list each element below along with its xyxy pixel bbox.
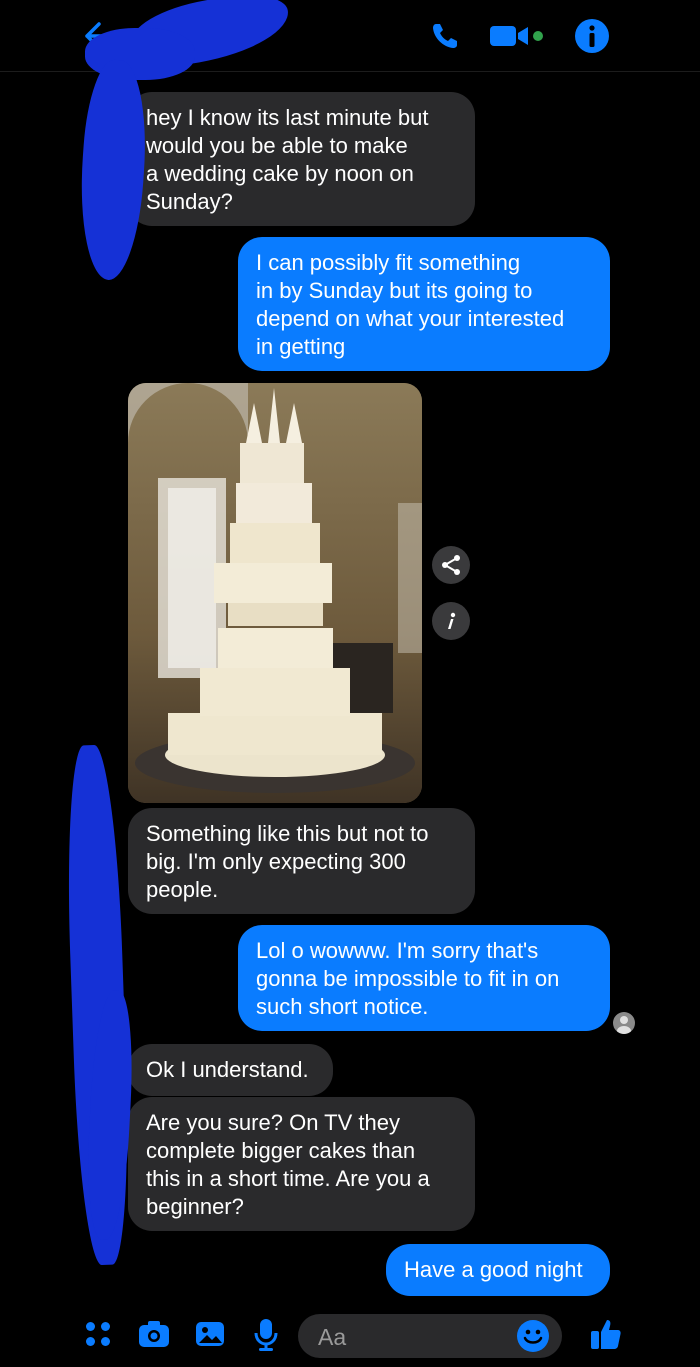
microphone-icon[interactable] — [246, 1314, 286, 1354]
outgoing-message[interactable]: Lol o wowww. I'm sorry that's gonna be i… — [238, 925, 610, 1031]
phone-icon[interactable] — [425, 16, 465, 56]
share-icon[interactable] — [432, 546, 470, 584]
incoming-message[interactable]: Are you sure? On TV they complete bigger… — [128, 1097, 475, 1231]
cake-photo[interactable] — [128, 383, 422, 803]
emoji-icon[interactable] — [516, 1319, 550, 1353]
thumbs-up-icon[interactable] — [586, 1314, 626, 1354]
message-input-placeholder: Aa — [318, 1324, 347, 1350]
outgoing-message[interactable]: Have a good night — [386, 1244, 610, 1296]
camera-icon[interactable] — [134, 1314, 174, 1354]
incoming-message[interactable]: hey I know its last minute but would you… — [128, 92, 475, 226]
outgoing-message[interactable]: I can possibly fit something in by Sunda… — [238, 237, 610, 371]
redaction-scribble — [74, 58, 152, 282]
message-input[interactable]: Aa — [298, 1314, 562, 1358]
video-camera-icon[interactable] — [488, 16, 548, 56]
gallery-icon[interactable] — [190, 1314, 230, 1354]
more-options-icon[interactable] — [432, 602, 470, 640]
info-icon[interactable] — [572, 16, 612, 56]
message-composer: Aa — [0, 1300, 700, 1367]
menu-dots-icon[interactable] — [80, 1314, 116, 1354]
incoming-message[interactable]: Ok I understand. — [128, 1044, 333, 1096]
incoming-message[interactable]: Something like this but not to big. I'm … — [128, 808, 475, 914]
seen-avatar — [613, 1012, 635, 1034]
